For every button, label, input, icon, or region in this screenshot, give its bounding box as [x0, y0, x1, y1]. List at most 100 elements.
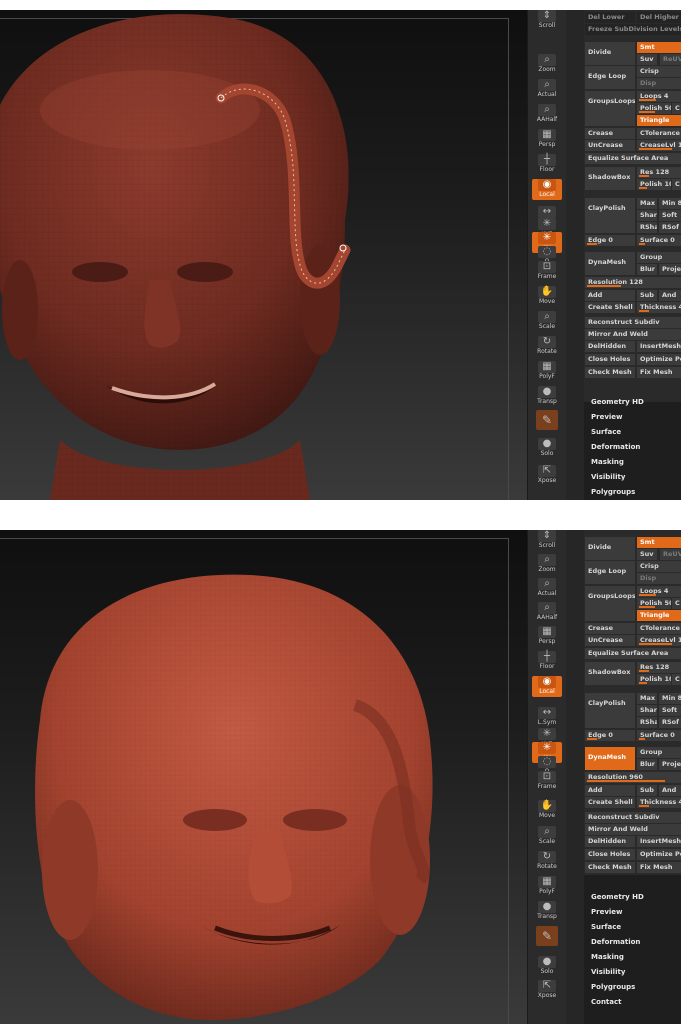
- subpalette-masking[interactable]: Masking: [591, 458, 624, 466]
- scroll-gutter[interactable]: [566, 530, 584, 1024]
- create-shell-button[interactable]: Create Shell: [585, 302, 635, 313]
- group-toggle[interactable]: Group: [637, 252, 681, 263]
- subpalette-contact[interactable]: Contact: [591, 998, 622, 1006]
- insertmesh-button[interactable]: InsertMesh: [637, 836, 681, 847]
- crisp-toggle[interactable]: Crisp: [637, 561, 681, 572]
- tool-rotate-button[interactable]: ↻ Rotate: [532, 336, 562, 357]
- c-toggle[interactable]: C: [672, 598, 681, 609]
- tool-scale-button[interactable]: ⌕ Scale: [532, 311, 562, 332]
- blur-slider[interactable]: Blur: [637, 759, 657, 770]
- subpalette-polygroups[interactable]: Polygroups: [591, 488, 635, 496]
- edge-loop-button[interactable]: Edge Loop: [585, 561, 635, 584]
- tool-local-button[interactable]: ◉ Local: [532, 676, 562, 697]
- subpalette-deformation[interactable]: Deformation: [591, 443, 640, 451]
- delhidden-button[interactable]: DelHidden: [585, 836, 635, 847]
- reuv-button[interactable]: ReUV: [660, 549, 681, 560]
- tool-scroll-button[interactable]: ⇕ Scroll: [532, 10, 562, 31]
- and-button[interactable]: And: [659, 785, 681, 796]
- tool-scale-button[interactable]: ⌕ Scale: [532, 826, 562, 847]
- dynamesh-button[interactable]: DynaMesh: [585, 252, 635, 275]
- fix-mesh-button[interactable]: Fix Mesh: [637, 367, 681, 378]
- subpalette-masking[interactable]: Masking: [591, 953, 624, 961]
- uncrease-button[interactable]: UnCrease: [585, 635, 635, 646]
- tool-polyf-button[interactable]: ▦ PolyF: [532, 876, 562, 897]
- smt-toggle[interactable]: Smt: [637, 42, 681, 53]
- del-lower-button[interactable]: Del Lower: [585, 12, 635, 23]
- tool-solo-button[interactable]: ● Solo: [532, 438, 562, 459]
- tool-local-button[interactable]: ◉ Local: [532, 179, 562, 200]
- subpalette-preview[interactable]: Preview: [591, 908, 623, 916]
- suv-toggle[interactable]: Suv: [637, 549, 657, 560]
- tool-brush-button[interactable]: ✎: [532, 410, 562, 431]
- tool-move-button[interactable]: ✋ Move: [532, 286, 562, 307]
- tool-lsym-button[interactable]: ↔L.Sym: [532, 707, 562, 728]
- tool-zoom-button[interactable]: ⌕ Zoom: [532, 54, 562, 75]
- edge-loop-button[interactable]: Edge Loop: [585, 66, 635, 89]
- crease-button[interactable]: Crease: [585, 623, 635, 634]
- c-shadowbox-toggle[interactable]: C: [672, 674, 681, 685]
- create-shell-button[interactable]: Create Shell: [585, 797, 635, 808]
- crisp-toggle[interactable]: Crisp: [637, 66, 681, 77]
- tool-aahalf-button[interactable]: ⌕ AAHalf: [532, 602, 562, 623]
- min-slider[interactable]: Min 8: [659, 198, 681, 209]
- project-toggle[interactable]: Proje: [659, 264, 681, 275]
- fix-mesh-button[interactable]: Fix Mesh: [637, 862, 681, 873]
- freeze-subdivision-levels-button[interactable]: Freeze SubDivision Levels: [585, 24, 681, 35]
- rsoft-slider[interactable]: RSof: [659, 222, 681, 233]
- tool-rotate-button[interactable]: ↻ Rotate: [532, 851, 562, 872]
- divide-button[interactable]: Divide: [585, 42, 635, 65]
- group-toggle[interactable]: Group: [637, 747, 681, 758]
- sharp-slider[interactable]: Sharp: [637, 210, 657, 221]
- tool-floor-button[interactable]: ┼ Floor: [532, 154, 562, 175]
- crease-button[interactable]: Crease: [585, 128, 635, 139]
- insertmesh-button[interactable]: InsertMesh: [637, 341, 681, 352]
- tool-polyf-button[interactable]: ▦ PolyF: [532, 361, 562, 382]
- tool-xpose-button[interactable]: ⇱ Xpose: [532, 465, 562, 486]
- subpalette-geometry-hd[interactable]: Geometry HD: [591, 893, 644, 901]
- sub-button[interactable]: Sub: [637, 290, 657, 301]
- close-holes-button[interactable]: Close Holes: [585, 849, 635, 860]
- c-shadowbox-toggle[interactable]: C: [672, 179, 681, 190]
- subpalette-geometry-hd[interactable]: Geometry HD: [591, 398, 644, 406]
- subpalette-polygroups[interactable]: Polygroups: [591, 983, 635, 991]
- tool-scroll-button[interactable]: ⇕ Scroll: [532, 530, 562, 551]
- shadowbox-button[interactable]: ShadowBox: [585, 662, 635, 685]
- tool-solo-button[interactable]: ● Solo: [532, 956, 562, 977]
- tool-frame-button[interactable]: ⊡ Frame: [532, 771, 562, 792]
- min-slider[interactable]: Min 8: [659, 693, 681, 704]
- reconstruct-subdiv-button[interactable]: Reconstruct Subdiv: [585, 317, 681, 328]
- tool-actual-button[interactable]: ⌕ Actual: [532, 79, 562, 100]
- sub-button[interactable]: Sub: [637, 785, 657, 796]
- tool-frame-button[interactable]: ⊡ Frame: [532, 261, 562, 282]
- check-mesh-button[interactable]: Check Mesh: [585, 367, 635, 378]
- triangle-toggle[interactable]: Triangle: [637, 115, 681, 126]
- divide-button[interactable]: Divide: [585, 537, 635, 560]
- tool-persp-button[interactable]: ▦ Persp: [532, 626, 562, 647]
- claypolish-button[interactable]: ClayPolish: [585, 198, 635, 233]
- groups-loops-button[interactable]: GroupsLoops: [585, 586, 635, 621]
- mirror-and-weld-button[interactable]: Mirror And Weld: [585, 329, 681, 340]
- rsharp-slider[interactable]: RShar: [637, 222, 657, 233]
- max-slider[interactable]: Max: [637, 198, 657, 209]
- rsoft-slider[interactable]: RSof: [659, 717, 681, 728]
- reuv-button[interactable]: ReUV: [660, 54, 681, 65]
- subpalette-preview[interactable]: Preview: [591, 413, 623, 421]
- tool-xpose-button[interactable]: ⇱ Xpose: [532, 980, 562, 1001]
- subpalette-surface[interactable]: Surface: [591, 428, 621, 436]
- optimize-points-button[interactable]: Optimize Po: [637, 354, 681, 365]
- tool-actual-button[interactable]: ⌕ Actual: [532, 578, 562, 599]
- add-button[interactable]: Add: [585, 290, 635, 301]
- tool-transp-button[interactable]: ● Transp: [532, 901, 562, 922]
- claypolish-button[interactable]: ClayPolish: [585, 693, 635, 728]
- tool-persp-button[interactable]: ▦ Persp: [532, 129, 562, 150]
- tool-transp-button[interactable]: ● Transp: [532, 386, 562, 407]
- blur-slider[interactable]: Blur: [637, 264, 657, 275]
- max-slider[interactable]: Max: [637, 693, 657, 704]
- reconstruct-subdiv-button[interactable]: Reconstruct Subdiv: [585, 812, 681, 823]
- check-mesh-button[interactable]: Check Mesh: [585, 862, 635, 873]
- viewport-canvas[interactable]: [0, 10, 527, 500]
- shadowbox-button[interactable]: ShadowBox: [585, 167, 635, 190]
- mirror-and-weld-button[interactable]: Mirror And Weld: [585, 824, 681, 835]
- c-toggle[interactable]: C: [672, 103, 681, 114]
- ctolerance-slider[interactable]: CTolerance: [637, 623, 681, 634]
